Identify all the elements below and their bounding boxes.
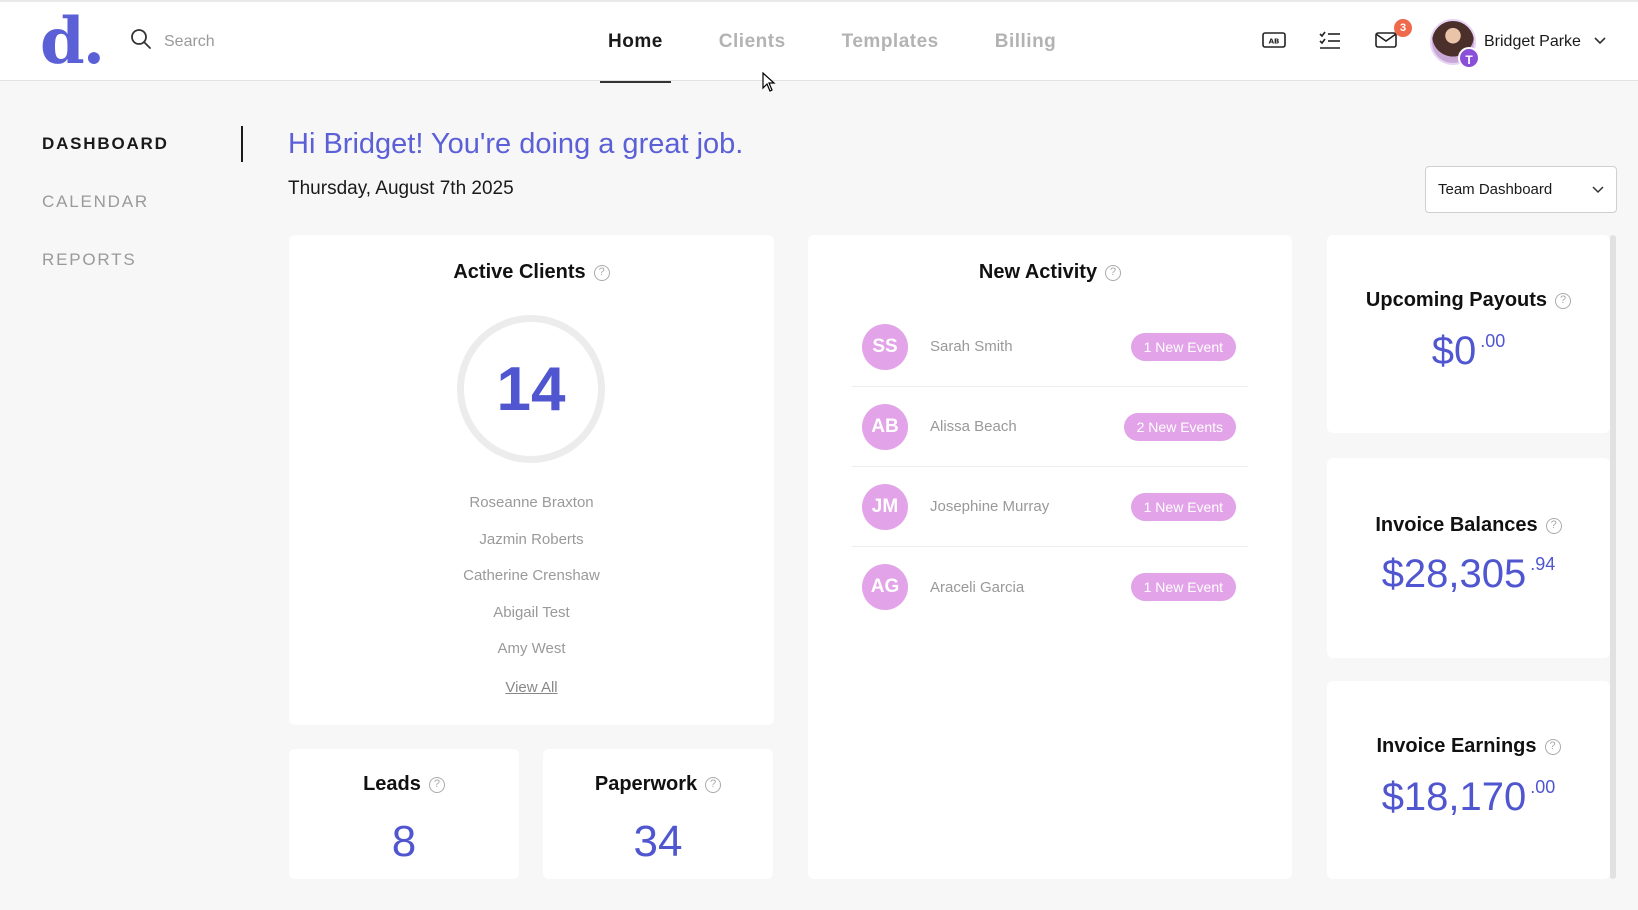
activity-list: SS Sarah Smith 1 New Event AB Alissa Bea… — [852, 307, 1248, 627]
upcoming-payouts-amount: $0.00 — [1431, 329, 1506, 373]
checklist-icon[interactable] — [1318, 28, 1342, 52]
active-clients-ring: 14 — [457, 315, 605, 463]
list-item[interactable]: Roseanne Braxton — [289, 493, 774, 530]
leads-card[interactable]: Leads ? 8 — [289, 749, 519, 879]
new-activity-header: New Activity ? — [808, 261, 1292, 284]
help-icon[interactable]: ? — [428, 776, 445, 793]
activity-client-name: Sarah Smith — [930, 338, 1013, 355]
upcoming-payouts-title: Upcoming Payouts — [1365, 289, 1548, 311]
dashboard-select-value: Team Dashboard — [1438, 181, 1553, 198]
leads-value: 8 — [391, 817, 417, 866]
activity-row[interactable]: AG Araceli Garcia 1 New Event — [852, 547, 1248, 627]
help-icon[interactable]: ? — [1105, 264, 1122, 281]
sidebar-item-calendar[interactable]: CALENDAR — [42, 192, 169, 250]
user-menu[interactable]: T Bridget Parke — [1430, 19, 1607, 69]
new-event-badge[interactable]: 1 New Event — [1130, 492, 1236, 521]
upcoming-payouts-card[interactable]: Upcoming Payouts ? $0.00 — [1327, 235, 1610, 433]
avatar[interactable]: T — [1430, 19, 1480, 69]
search-input[interactable]: Search — [164, 33, 215, 51]
new-event-badge[interactable]: 1 New Event — [1130, 573, 1236, 601]
new-activity-title: New Activity — [978, 261, 1098, 283]
initials-avatar: AG — [862, 564, 908, 610]
scrollbar[interactable] — [1610, 235, 1616, 879]
paperwork-header: Paperwork ? — [543, 773, 773, 796]
user-name[interactable]: Bridget Parke — [1484, 33, 1581, 51]
list-item[interactable]: Amy West — [289, 639, 774, 676]
header-icons: AB 3 — [1262, 19, 1412, 52]
new-event-badge[interactable]: 2 New Events — [1123, 412, 1236, 441]
sidebar-item-dashboard[interactable]: DASHBOARD — [42, 134, 169, 192]
chevron-down-icon[interactable] — [1593, 33, 1607, 51]
list-item[interactable]: Jazmin Roberts — [289, 530, 774, 567]
nav-home[interactable]: Home — [600, 2, 671, 83]
activity-client-name: Alissa Beach — [930, 418, 1017, 435]
activity-row[interactable]: AB Alissa Beach 2 New Events — [852, 387, 1248, 467]
activity-client-name: Araceli Garcia — [930, 578, 1025, 596]
invoice-balances-amount: $28,305.94 — [1381, 552, 1556, 596]
dashboard-select[interactable]: Team Dashboard — [1425, 166, 1617, 213]
nav-templates[interactable]: Templates — [834, 2, 947, 82]
upcoming-payouts-header: Upcoming Payouts ? — [1327, 289, 1610, 312]
help-icon[interactable]: ? — [705, 776, 722, 793]
leads-header: Leads ? — [289, 773, 519, 796]
search-box[interactable]: Search — [130, 28, 215, 55]
sidebar-item-reports[interactable]: REPORTS — [42, 250, 169, 308]
current-date: Thursday, August 7th 2025 — [288, 178, 514, 199]
active-clients-count: 14 — [496, 354, 566, 424]
paperwork-title: Paperwork — [594, 773, 698, 795]
client-list: Roseanne Braxton Jazmin Roberts Catherin… — [289, 493, 774, 676]
app-logo[interactable]: d. — [40, 10, 105, 74]
initials-avatar: JM — [862, 483, 908, 530]
view-all-link[interactable]: View All — [289, 679, 774, 696]
page-title: Hi Bridget! You're doing a great job. — [288, 128, 744, 160]
invoice-earnings-card[interactable]: Invoice Earnings ? $18,170.00 — [1327, 681, 1610, 879]
paperwork-card[interactable]: Paperwork ? 34 — [543, 749, 773, 879]
avatar-badge: T — [1458, 47, 1480, 69]
help-icon[interactable]: ? — [1545, 517, 1562, 534]
active-clients-header: Active Clients ? — [289, 261, 774, 284]
invoice-balances-card[interactable]: Invoice Balances ? $28,305.94 — [1327, 458, 1610, 658]
list-item[interactable]: Abigail Test — [289, 603, 774, 640]
leads-title: Leads — [363, 773, 421, 795]
activity-client-name: Josephine Murray — [930, 498, 1050, 515]
invoice-earnings-title: Invoice Earnings — [1376, 735, 1537, 757]
ab-icon[interactable]: AB — [1262, 28, 1286, 52]
invoice-balances-title: Invoice Balances — [1375, 514, 1538, 536]
nav-billing[interactable]: Billing — [987, 2, 1065, 82]
help-icon[interactable]: ? — [1555, 292, 1572, 309]
invoice-balances-header: Invoice Balances ? — [1327, 514, 1610, 537]
list-item[interactable]: Catherine Crenshaw — [289, 566, 774, 603]
main-nav: Home Clients Templates Billing — [600, 2, 1065, 83]
sidebar-divider — [241, 126, 243, 162]
top-header: d. Search Home Clients Templates Billing… — [0, 0, 1638, 83]
mail-badge: 3 — [1394, 19, 1412, 37]
mail-icon[interactable]: 3 — [1374, 19, 1412, 52]
help-icon[interactable]: ? — [1544, 738, 1561, 755]
invoice-earnings-header: Invoice Earnings ? — [1327, 735, 1610, 758]
invoice-earnings-amount: $18,170.00 — [1381, 775, 1556, 819]
activity-row[interactable]: JM Josephine Murray 1 New Event — [852, 467, 1248, 547]
svg-text:AB: AB — [1269, 38, 1280, 46]
chevron-down-icon — [1592, 181, 1604, 198]
sidebar: DASHBOARD CALENDAR REPORTS — [42, 134, 169, 308]
new-activity-card: New Activity ? SS Sarah Smith 1 New Even… — [808, 235, 1292, 879]
new-event-badge[interactable]: 1 New Event — [1130, 332, 1236, 361]
help-icon[interactable]: ? — [593, 264, 610, 281]
search-icon[interactable] — [130, 28, 152, 55]
active-clients-card: Active Clients ? 14 Roseanne Braxton Jaz… — [289, 235, 774, 725]
nav-clients[interactable]: Clients — [711, 2, 794, 82]
paperwork-value: 34 — [633, 817, 683, 866]
activity-row[interactable]: SS Sarah Smith 1 New Event — [852, 307, 1248, 387]
initials-avatar: SS — [862, 323, 908, 370]
active-clients-title: Active Clients — [453, 261, 586, 283]
mouse-cursor-icon — [762, 71, 776, 97]
initials-avatar: AB — [862, 403, 908, 450]
